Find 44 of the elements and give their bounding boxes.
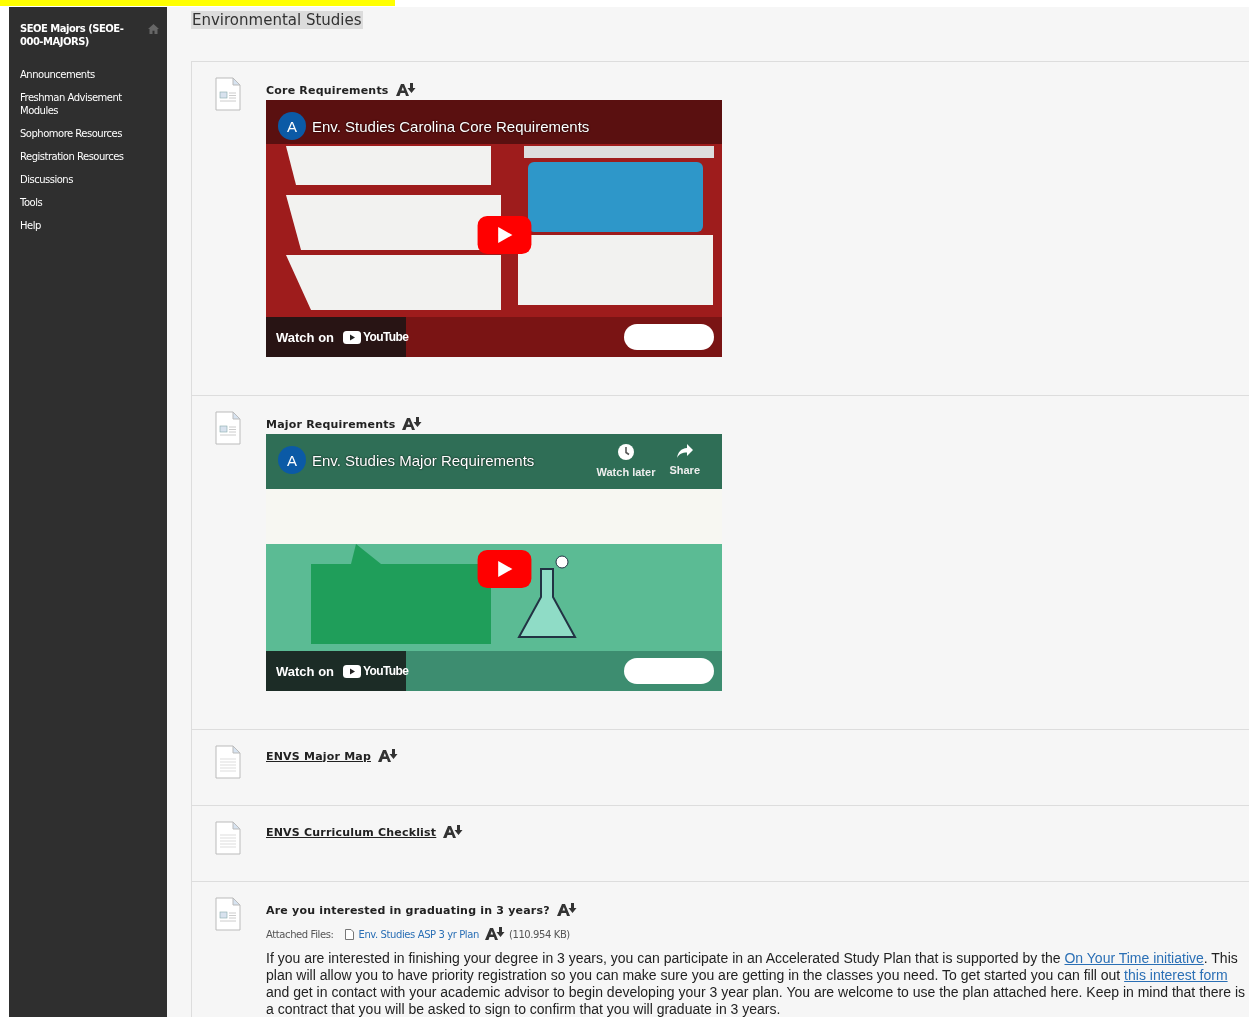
file-size: (110.954 KB) xyxy=(508,928,570,940)
document-image-icon xyxy=(215,411,241,445)
text-download-icon[interactable] xyxy=(402,417,423,431)
text-download-icon[interactable] xyxy=(443,825,464,839)
file-icon xyxy=(345,928,355,940)
video-title[interactable]: Env. Studies Carolina Core Requirements xyxy=(312,117,590,135)
video-player[interactable]: A Env. Studies Carolina Core Requirements Watch on YouTube xyxy=(266,100,722,357)
play-button[interactable] xyxy=(477,550,532,588)
document-icon xyxy=(215,745,241,779)
share-button[interactable]: Share xyxy=(669,444,700,478)
course-title[interactable]: SEOE Majors (SEOE-000-MAJORS) xyxy=(20,22,142,48)
document-image-icon xyxy=(215,77,241,111)
text-download-icon[interactable] xyxy=(378,749,398,763)
sidebar-link[interactable]: Help xyxy=(20,215,145,238)
share-icon xyxy=(676,444,693,458)
play-logo-icon xyxy=(343,330,361,344)
sidebar-link[interactable]: Tools xyxy=(20,192,145,215)
play-logo-icon xyxy=(343,664,361,678)
text-link[interactable]: On Your Time initiative xyxy=(1064,950,1204,966)
document-image-icon xyxy=(215,897,241,931)
attachment-link[interactable]: Env. Studies ASP 3 yr Plan xyxy=(358,928,479,940)
text-link[interactable]: this interest form xyxy=(1124,967,1228,983)
video-player[interactable]: A Env. Studies Major Requirements Watch later Share Watch on YouTube xyxy=(266,434,722,691)
play-button[interactable] xyxy=(477,216,532,254)
sidebar-link[interactable]: Announcements xyxy=(20,64,145,87)
item-title-link[interactable]: ENVS Curriculum Checklist xyxy=(266,825,437,839)
sidebar-link[interactable]: Sophomore Resources xyxy=(20,123,145,146)
paragraph: If you are interested in finishing your degree in 3 years, you can participate in an Accelerated Study Plan that is supported by the On Your Time initiative. This plan will allow you to have priority registration so you can make sure you are getting in the classes you need. To get started you can fill out this interest form and get in contact with your academic advisor to begin developing your 3 year plan. You are welcome to use the plan attached here. Keep in mind that there is a contract that you will be asked to sign to confirm that you will graduate in 3 years. xyxy=(266,950,1247,1017)
sidebar-link[interactable]: Freshman Advisement Modules xyxy=(20,87,145,123)
document-icon xyxy=(215,821,241,855)
item-title: Are you interested in graduating in 3 years? xyxy=(266,903,550,917)
sidebar-link[interactable]: Discussions xyxy=(20,169,145,192)
sidebar-link[interactable]: Registration Resources xyxy=(20,146,145,169)
page-title: Environmental Studies xyxy=(191,11,363,29)
clock-icon xyxy=(617,444,634,460)
item-title-link[interactable]: ENVS Major Map xyxy=(266,749,371,763)
item-title: Major Requirements xyxy=(266,417,396,431)
item-title: Core Requirements xyxy=(266,83,389,97)
text-download-icon[interactable] xyxy=(395,83,416,97)
watch-later-button[interactable]: Watch later xyxy=(596,444,656,478)
attached-files-label: Attached Files: xyxy=(266,928,334,940)
text-download-icon[interactable] xyxy=(484,927,505,941)
text-download-icon[interactable] xyxy=(556,903,577,917)
video-title[interactable]: Env. Studies Major Requirements xyxy=(312,451,535,469)
